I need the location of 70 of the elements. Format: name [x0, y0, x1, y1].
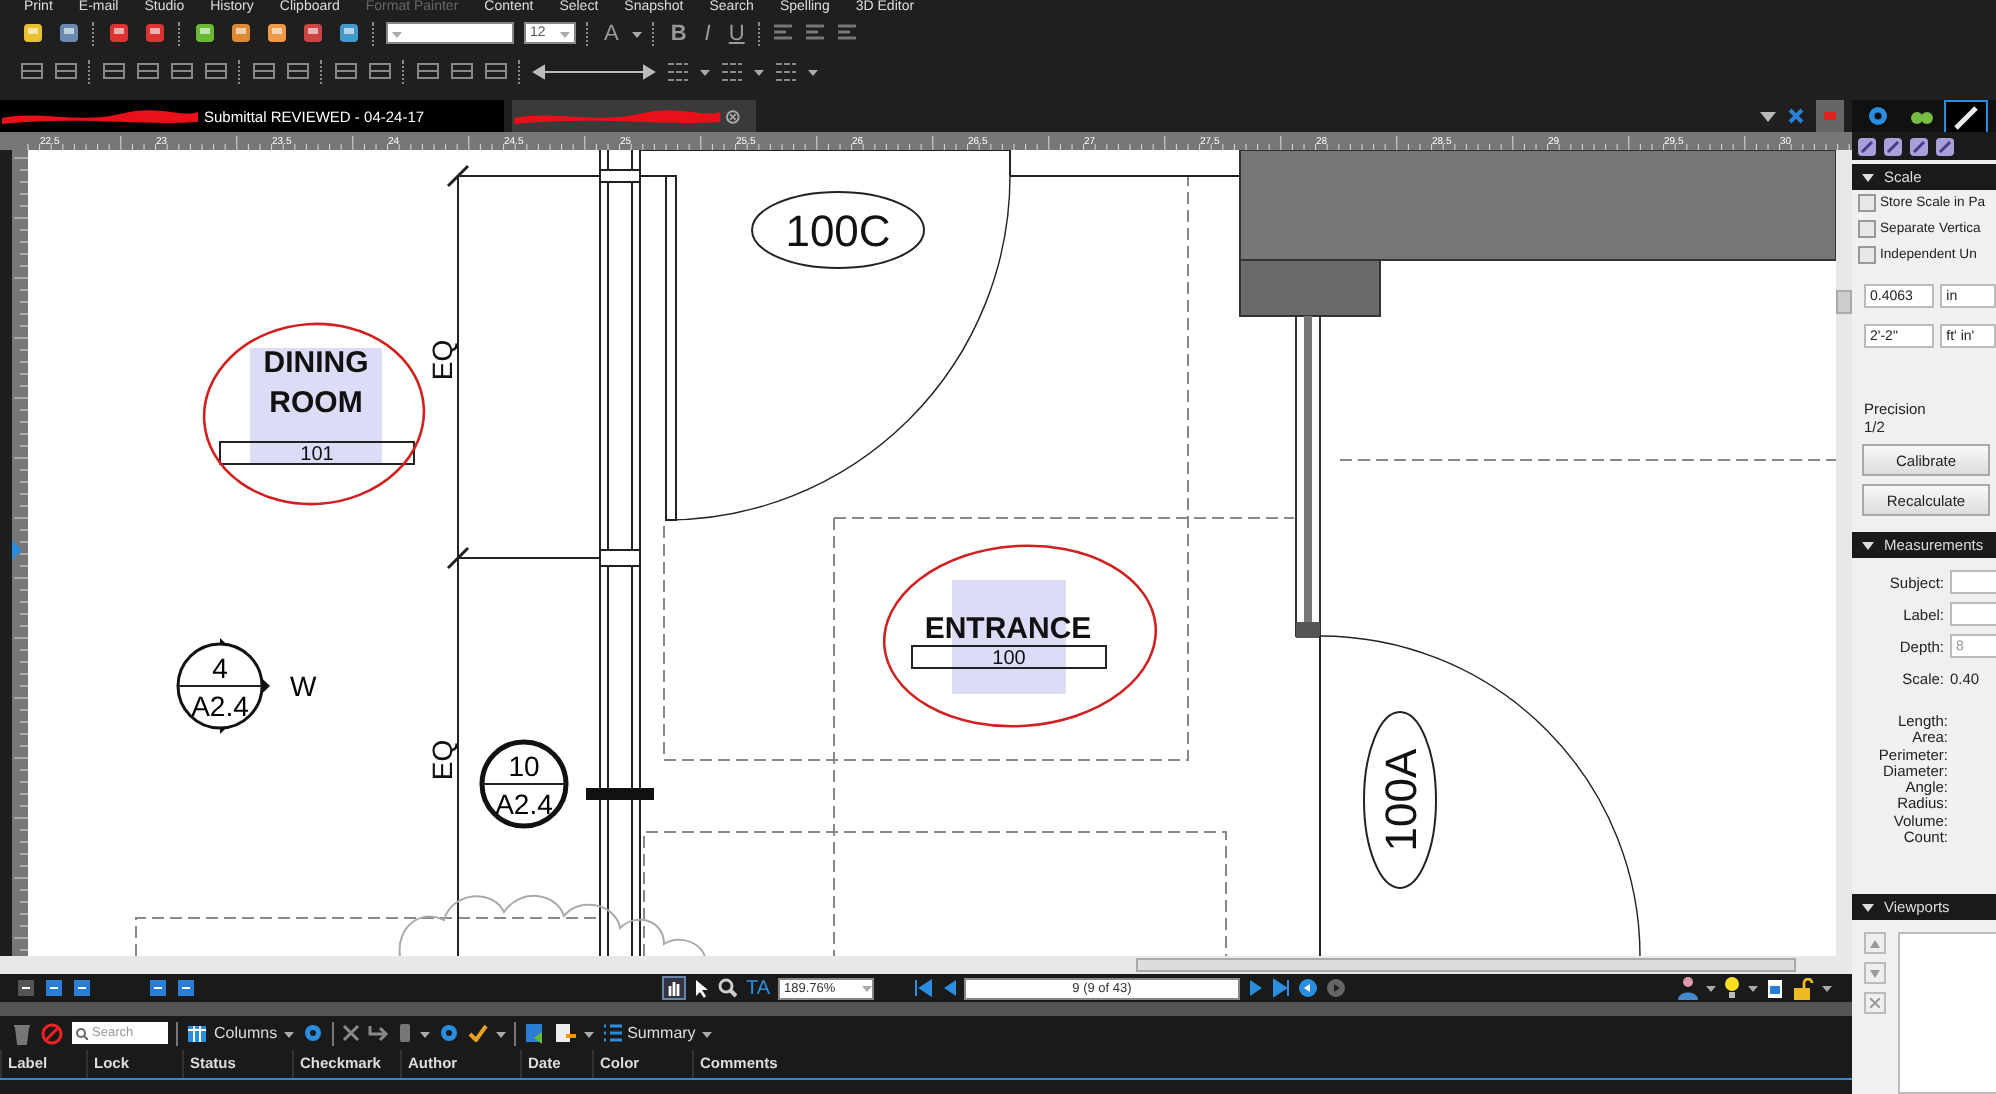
input-field[interactable]	[1950, 570, 1996, 594]
vertical-scrollbar[interactable]	[1836, 150, 1852, 956]
room-number-tag: 101	[219, 441, 415, 466]
dash-style-icon[interactable]	[774, 61, 798, 81]
format-button[interactable]: I	[700, 19, 715, 47]
input-field[interactable]	[1950, 602, 1996, 626]
checkmark-icon[interactable]	[467, 1024, 488, 1042]
first-page-icon[interactable]	[914, 978, 932, 998]
format-button[interactable]: A	[600, 19, 623, 47]
caret-icon[interactable]	[1706, 980, 1716, 996]
room-number-tag: 100	[911, 645, 1107, 670]
close-icon[interactable]	[1788, 108, 1804, 124]
door-tag: 100C	[751, 191, 925, 269]
checkbox[interactable]	[1858, 246, 1876, 264]
previous-page-icon[interactable]	[940, 978, 956, 998]
horizontal-scrollbar[interactable]	[0, 956, 1852, 974]
reply-arrow-icon[interactable]	[367, 1024, 390, 1042]
back-icon[interactable]	[1298, 978, 1318, 998]
next-page-icon[interactable]	[1248, 978, 1264, 998]
room-name: ENTRANCE	[924, 612, 1092, 646]
line-weight-icon[interactable]	[720, 61, 744, 81]
align-left-icon[interactable]	[772, 23, 795, 43]
down-icon	[1870, 969, 1880, 978]
summary-button[interactable]: Summary	[601, 1024, 712, 1042]
settings-icon[interactable]	[437, 1022, 460, 1044]
arrow-line-icon[interactable]	[532, 63, 656, 79]
select-arrow-icon[interactable]	[693, 978, 710, 998]
dropdown-icon[interactable]	[1760, 109, 1776, 123]
format-button[interactable]: B	[666, 19, 691, 47]
ruler-icon	[1954, 105, 1978, 129]
caret-icon[interactable]	[1822, 980, 1832, 996]
no-symbol-icon[interactable]	[40, 1021, 64, 1045]
detail-marker: 10 A2.4	[479, 739, 569, 829]
trash-icon[interactable]	[12, 1021, 32, 1045]
section-direction: W	[290, 670, 317, 702]
markup-circle[interactable]	[883, 544, 1157, 728]
room-name: DINING ROOM	[263, 346, 369, 420]
lightbulb-icon[interactable]	[1724, 976, 1740, 1000]
close-icon	[1870, 998, 1880, 1009]
search-icon	[76, 1027, 88, 1039]
text-highlight	[250, 348, 382, 464]
line-style-icon[interactable]	[666, 61, 690, 81]
dimension-label: EQ	[426, 339, 458, 381]
panel-tab[interactable]	[1944, 100, 1988, 132]
delete-icon[interactable]	[341, 1024, 360, 1042]
font-dropdown[interactable]	[386, 22, 514, 44]
columns-button[interactable]: Columns	[186, 1022, 294, 1044]
zoom-icon[interactable]	[717, 978, 738, 998]
caret-icon[interactable]	[1748, 980, 1758, 996]
document-icon[interactable]	[1766, 977, 1784, 999]
format-button[interactable]: U	[724, 19, 749, 47]
close-tab-icon[interactable]	[726, 109, 740, 123]
align-center-icon[interactable]	[804, 23, 827, 43]
user-icon[interactable]	[1678, 976, 1698, 1000]
document-tab[interactable]	[512, 100, 756, 132]
align-right-icon[interactable]	[836, 23, 859, 43]
columns-icon	[186, 1022, 208, 1044]
dimension-label: EQ	[426, 739, 458, 781]
settings-icon[interactable]	[301, 1022, 324, 1044]
text-select-tool[interactable]: TA	[745, 977, 770, 999]
checkbox[interactable]	[1858, 220, 1876, 238]
markup-circle[interactable]	[202, 322, 426, 506]
forward-icon[interactable]	[1326, 978, 1346, 998]
door-tag: 100A	[1363, 711, 1437, 889]
up-icon	[1870, 939, 1880, 948]
last-page-icon[interactable]	[1272, 978, 1290, 998]
list-icon	[601, 1024, 622, 1042]
unlock-icon[interactable]	[1792, 977, 1814, 999]
checkbox[interactable]	[1858, 194, 1876, 212]
section-marker: 4 A2.4	[176, 638, 270, 734]
